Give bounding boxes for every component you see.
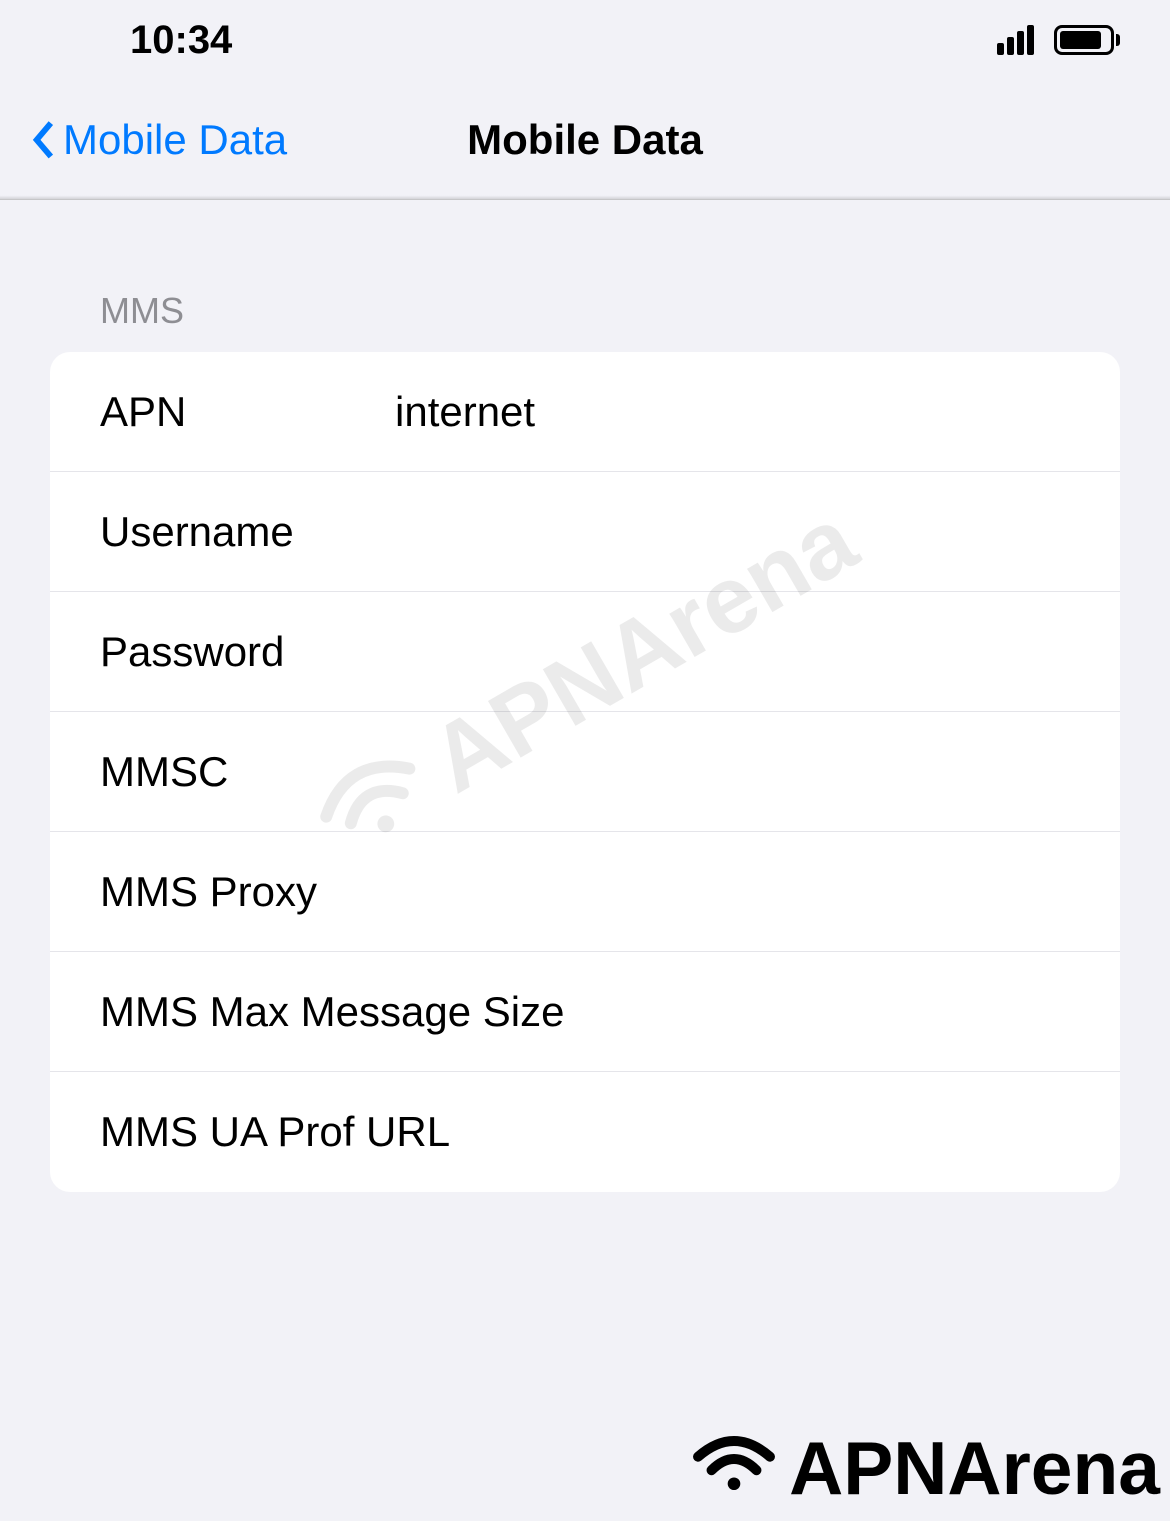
status-icons (997, 25, 1120, 55)
apn-label: APN (100, 388, 350, 436)
signal-icon (997, 25, 1034, 55)
back-label: Mobile Data (63, 116, 287, 164)
mmsc-label: MMSC (100, 748, 350, 796)
navigation-bar: Mobile Data Mobile Data (0, 80, 1170, 200)
mms-proxy-row[interactable]: MMS Proxy (50, 832, 1120, 952)
watermark-bottom: APNArena (689, 1424, 1160, 1511)
status-bar: 10:34 (0, 0, 1170, 80)
apn-row[interactable]: APN internet (50, 352, 1120, 472)
mms-proxy-label: MMS Proxy (100, 868, 350, 916)
battery-icon (1046, 25, 1120, 55)
mms-max-size-label: MMS Max Message Size (100, 988, 564, 1036)
mms-settings-card: APN internet Username Password MMSC MMS … (50, 352, 1120, 1192)
page-title: Mobile Data (467, 116, 703, 164)
username-row[interactable]: Username (50, 472, 1120, 592)
status-time: 10:34 (130, 18, 232, 63)
mms-ua-prof-row[interactable]: MMS UA Prof URL (50, 1072, 1120, 1192)
apn-value[interactable]: internet (350, 388, 1070, 436)
mms-ua-prof-label: MMS UA Prof URL (100, 1108, 450, 1156)
username-label: Username (100, 508, 350, 556)
watermark-text: APNArena (789, 1425, 1160, 1511)
password-row[interactable]: Password (50, 592, 1120, 712)
mmsc-row[interactable]: MMSC (50, 712, 1120, 832)
chevron-left-icon (30, 120, 55, 160)
password-label: Password (100, 628, 350, 676)
wifi-icon (689, 1424, 779, 1511)
back-button[interactable]: Mobile Data (30, 116, 287, 164)
mms-max-size-row[interactable]: MMS Max Message Size (50, 952, 1120, 1072)
section-header-mms: MMS (0, 200, 1170, 342)
